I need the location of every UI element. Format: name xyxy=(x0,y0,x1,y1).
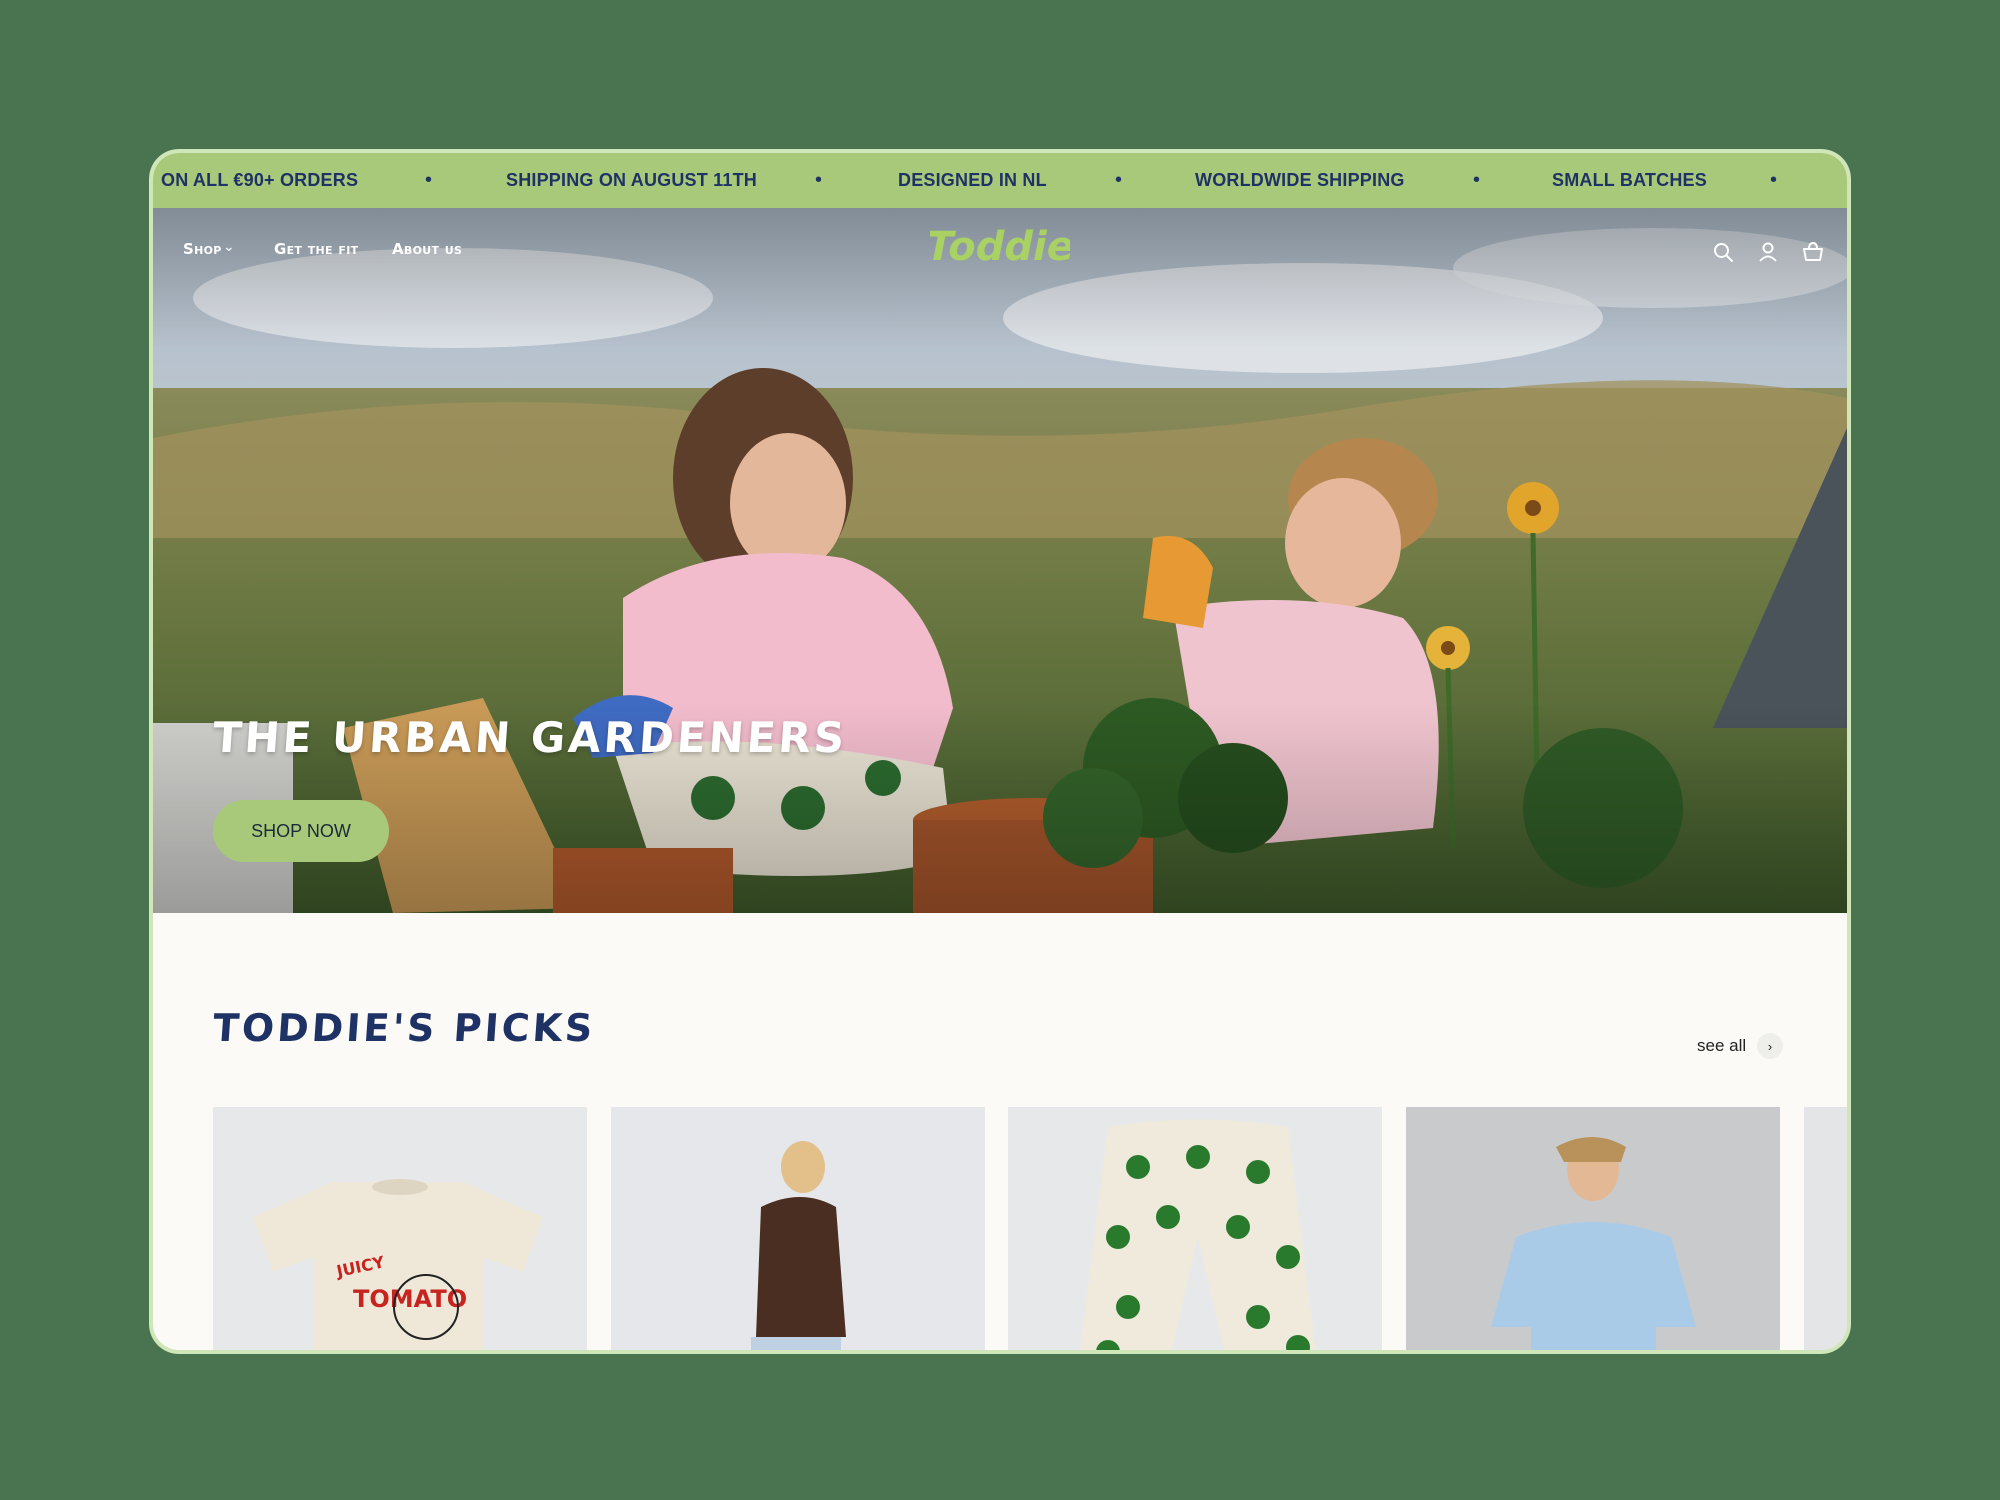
announcement-item: SMALL BATCHES xyxy=(1552,170,1707,190)
logo-text: Toddie xyxy=(930,224,1070,270)
chevron-right-icon[interactable]: › xyxy=(1757,1033,1783,1059)
product-image xyxy=(1406,1107,1780,1350)
nav-get-the-fit[interactable]: Get the fit xyxy=(274,240,358,258)
see-all-link[interactable]: see all xyxy=(1697,1036,1746,1056)
product-card[interactable]: JUICY TOMATO xyxy=(213,1107,587,1350)
search-icon[interactable] xyxy=(1711,240,1735,264)
hero-photo xyxy=(153,208,1847,913)
shop-now-button[interactable]: SHOP NOW xyxy=(213,800,389,862)
product-image: JUICY TOMATO xyxy=(213,1107,587,1350)
separator-dot: • xyxy=(1473,169,1481,191)
product-image xyxy=(1008,1107,1382,1350)
announcement-item: ON ALL €90+ ORDERS xyxy=(161,170,359,190)
nav-shop[interactable]: Shop xyxy=(183,240,222,258)
hero-title: The urban gardeners xyxy=(211,713,849,762)
separator-dot: • xyxy=(1115,169,1123,191)
separator-dot: • xyxy=(815,169,823,191)
toddie-logo[interactable]: Toddie xyxy=(930,218,1070,278)
announcement-item: DESIGNED IN NL xyxy=(898,170,1047,190)
announcement-bar: ON ALL €90+ ORDERS • SHIPPING ON AUGUST … xyxy=(153,153,1847,208)
separator-dot: • xyxy=(1770,169,1778,191)
product-card[interactable] xyxy=(611,1107,985,1350)
cart-icon[interactable] xyxy=(1801,240,1825,264)
chevron-down-icon[interactable]: ⌄ xyxy=(223,238,235,255)
nav-about-us[interactable]: About us xyxy=(392,240,462,258)
account-icon[interactable] xyxy=(1756,240,1780,264)
product-image xyxy=(1804,1107,1847,1350)
browser-frame: ON ALL €90+ ORDERS • SHIPPING ON AUGUST … xyxy=(153,153,1847,1350)
product-card[interactable] xyxy=(1008,1107,1382,1350)
main-navigation: Shop ⌄ Get the fit About us Toddie xyxy=(153,208,1847,298)
announcement-item: SHIPPING ON AUGUST 11TH xyxy=(506,170,757,190)
product-image xyxy=(611,1107,985,1350)
hero-banner[interactable]: Shop ⌄ Get the fit About us Toddie The u… xyxy=(153,208,1847,913)
product-card[interactable] xyxy=(1406,1107,1780,1350)
product-card[interactable] xyxy=(1804,1107,1847,1350)
svg-text:TOMATO: TOMATO xyxy=(353,1285,467,1313)
separator-dot: • xyxy=(425,169,433,191)
section-title: Toddie's picks xyxy=(211,1006,597,1050)
announcement-item: WORLDWIDE SHIPPING xyxy=(1195,170,1405,190)
